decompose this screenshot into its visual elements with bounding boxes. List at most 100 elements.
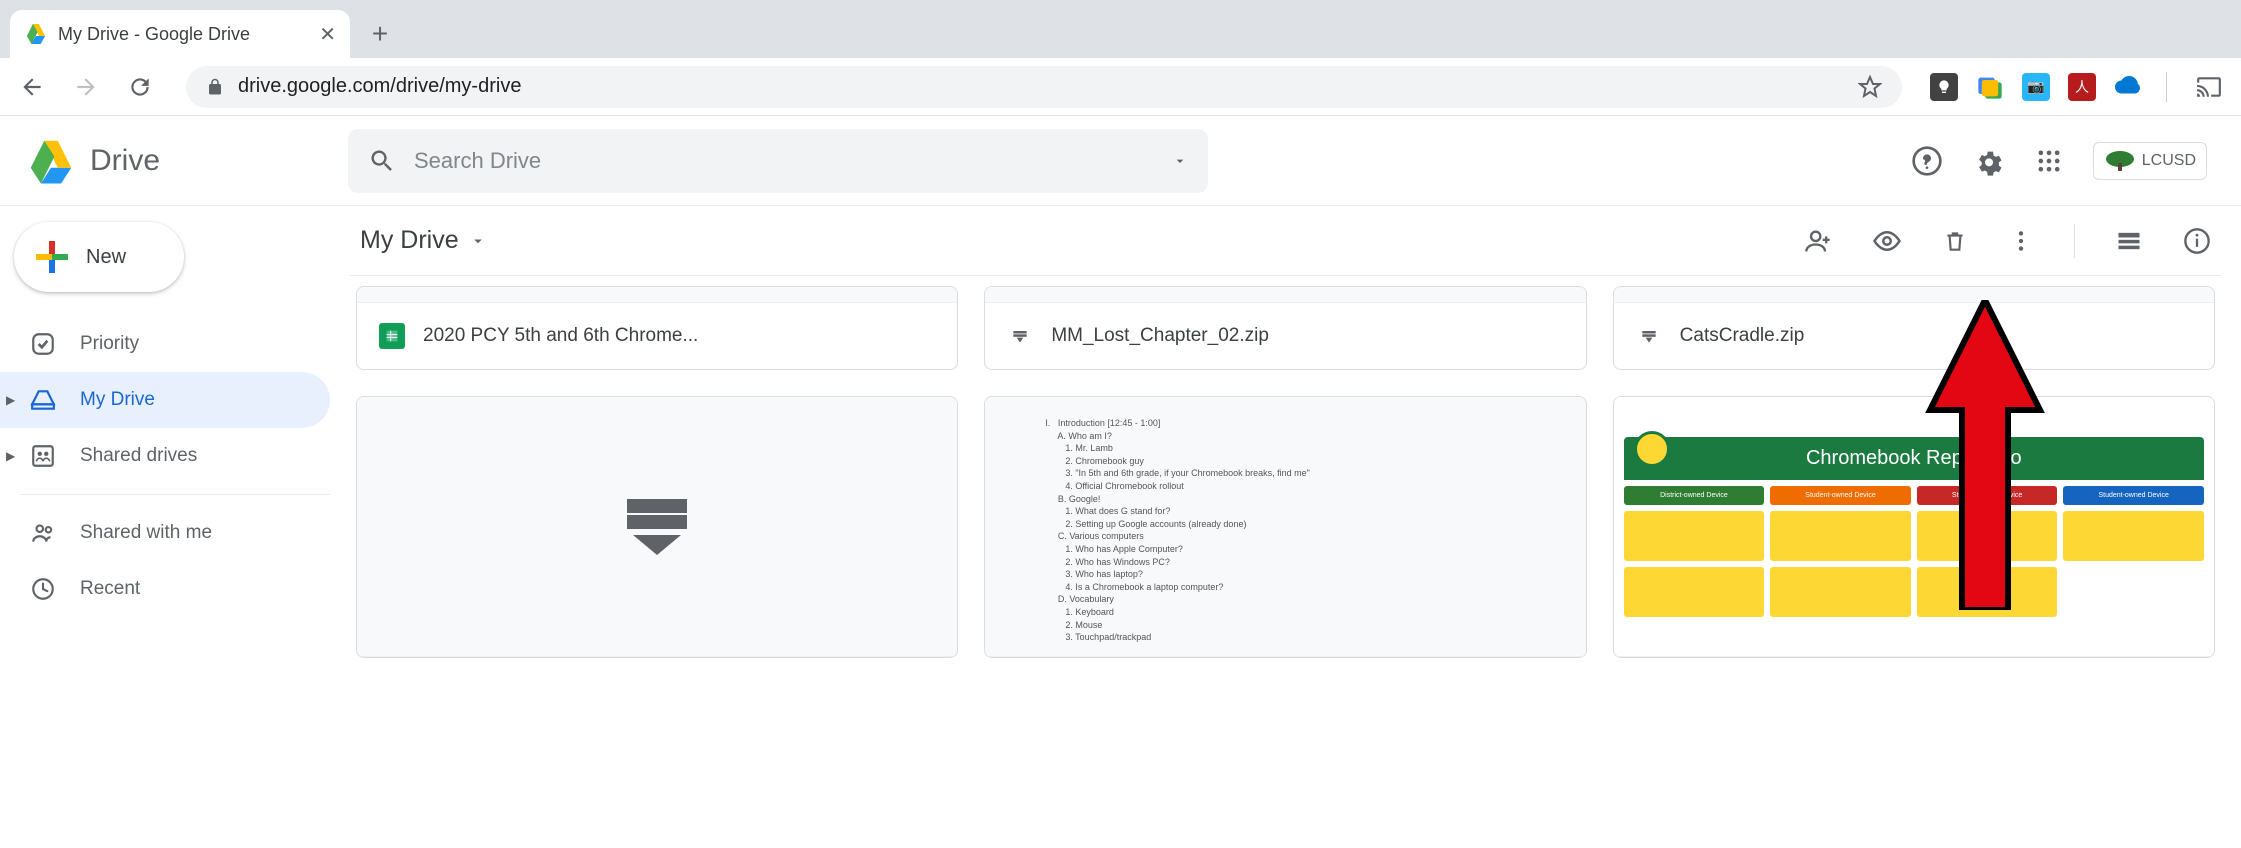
repair-header: Student-owned Device <box>1917 486 2058 505</box>
new-tab-button[interactable]: + <box>360 14 400 54</box>
sidebar-item-recent[interactable]: Recent <box>0 561 330 617</box>
sidebar: New Priority ▶ My Drive ▶ Shared drives … <box>0 206 330 848</box>
file-card-repair[interactable]: Chromebook Repair Pro District-owned Dev… <box>1613 396 2215 658</box>
zip-icon <box>1636 323 1662 349</box>
file-card-sheets[interactable]: 2020 PCY 5th and 6th Chrome... <box>356 286 958 370</box>
cast-button[interactable] <box>2191 69 2227 105</box>
browser-toolbar: drive.google.com/drive/my-drive 📷 人 <box>0 58 2241 116</box>
sidebar-item-label: Recent <box>80 578 140 600</box>
file-name: 2020 PCY 5th and 6th Chrome... <box>423 325 698 347</box>
back-button[interactable] <box>14 69 50 105</box>
repair-body <box>1624 511 1765 561</box>
header-right: LCUSD <box>1911 142 2217 180</box>
breadcrumb-caret-icon <box>469 232 487 250</box>
sidebar-item-my-drive[interactable]: ▶ My Drive <box>0 372 330 428</box>
settings-gear-icon[interactable] <box>1973 145 2005 177</box>
file-thumbnail <box>357 287 957 303</box>
repair-body <box>1770 567 1911 617</box>
sidebar-item-label: Shared drives <box>80 445 197 467</box>
seal-icon <box>1634 431 1670 467</box>
breadcrumb[interactable]: My Drive <box>360 226 487 255</box>
breadcrumb-label: My Drive <box>360 226 459 255</box>
sidebar-item-label: Shared with me <box>80 522 212 544</box>
search-icon <box>368 147 396 175</box>
archive-pictogram-icon <box>627 499 687 555</box>
view-list-icon[interactable] <box>2115 227 2143 255</box>
trash-icon[interactable] <box>1942 228 1968 254</box>
bookmark-star-icon[interactable] <box>1858 75 1882 99</box>
tree-icon <box>2104 149 2136 173</box>
forward-button[interactable] <box>68 69 104 105</box>
preview-eye-icon[interactable] <box>1872 226 1902 256</box>
search-dropdown-icon[interactable] <box>1172 153 1188 169</box>
sheets-icon <box>379 323 405 349</box>
file-grid: 2020 PCY 5th and 6th Chrome... MM_Lost_C… <box>350 276 2221 668</box>
account-label: LCUSD <box>2142 152 2196 170</box>
sidebar-item-label: Priority <box>80 333 139 355</box>
shared-with-me-icon <box>30 520 56 546</box>
extension-icon-1[interactable] <box>1930 73 1958 101</box>
address-bar[interactable]: drive.google.com/drive/my-drive <box>186 66 1902 108</box>
expand-caret-icon[interactable]: ▶ <box>6 449 15 463</box>
content-toolbar <box>1804 224 2211 258</box>
file-thumbnail <box>1614 287 2214 303</box>
reload-button[interactable] <box>122 69 158 105</box>
url-text: drive.google.com/drive/my-drive <box>238 75 1844 98</box>
arrow-right-icon <box>73 74 99 100</box>
repair-title: Chromebook Repair Pro <box>1806 447 2022 469</box>
repair-body-empty <box>2063 567 2204 617</box>
extension-icon-4[interactable]: 人 <box>2068 73 2096 101</box>
repair-header: District-owned Device <box>1624 486 1765 505</box>
browser-tab-strip: My Drive - Google Drive ✕ + <box>0 0 2241 58</box>
repair-body <box>1624 567 1765 617</box>
repair-banner: Chromebook Repair Pro <box>1624 437 2204 480</box>
file-thumbnail <box>357 397 957 657</box>
sidebar-item-priority[interactable]: Priority <box>0 316 330 372</box>
extension-icon-3[interactable]: 📷 <box>2022 73 2050 101</box>
content-header: My Drive <box>350 206 2221 276</box>
content-area: My Drive 2020 PCY 5th and 6th Chrome... <box>330 206 2241 848</box>
search-bar[interactable]: Search Drive <box>348 129 1208 193</box>
extension-icon-5[interactable] <box>2114 73 2142 101</box>
file-thumbnail <box>985 287 1585 303</box>
expand-caret-icon[interactable]: ▶ <box>6 393 15 407</box>
reload-icon <box>127 74 153 100</box>
priority-icon <box>30 331 56 357</box>
drive-logo-icon <box>24 134 78 188</box>
help-icon[interactable] <box>1911 145 1943 177</box>
file-card-zip[interactable]: MM_Lost_Chapter_02.zip <box>984 286 1586 370</box>
main-area: New Priority ▶ My Drive ▶ Shared drives … <box>0 206 2241 848</box>
sidebar-divider <box>20 494 330 495</box>
new-button-label: New <box>86 246 126 269</box>
file-card-zip[interactable]: CatsCradle.zip <box>1613 286 2215 370</box>
file-card-doc[interactable]: I. Introduction [12:45 - 1:00] A. Who am… <box>984 396 1586 658</box>
shared-drives-icon <box>30 443 56 469</box>
file-thumbnail: Chromebook Repair Pro District-owned Dev… <box>1614 397 2214 657</box>
details-info-icon[interactable] <box>2183 227 2211 255</box>
file-name: MM_Lost_Chapter_02.zip <box>1051 325 1269 347</box>
plus-icon <box>36 241 68 273</box>
zip-icon <box>1007 323 1033 349</box>
drive-header: Drive Search Drive LCUSD <box>0 116 2241 206</box>
arrow-left-icon <box>19 74 45 100</box>
drive-logo-area[interactable]: Drive <box>24 134 334 188</box>
apps-grid-icon[interactable] <box>2035 147 2063 175</box>
tab-close-icon[interactable]: ✕ <box>319 22 336 47</box>
file-thumbnail: I. Introduction [12:45 - 1:00] A. Who am… <box>985 397 1585 657</box>
repair-header: Student-owned Device <box>2063 486 2204 505</box>
account-badge[interactable]: LCUSD <box>2093 142 2207 180</box>
sidebar-item-shared-with-me[interactable]: Shared with me <box>0 505 330 561</box>
extension-icon-2[interactable] <box>1976 73 2004 101</box>
sidebar-item-shared-drives[interactable]: ▶ Shared drives <box>0 428 330 484</box>
share-person-add-icon[interactable] <box>1804 227 1832 255</box>
repair-body <box>1917 567 2058 617</box>
new-button[interactable]: New <box>14 222 184 292</box>
my-drive-icon <box>30 387 56 413</box>
doc-preview-text: I. Introduction [12:45 - 1:00] A. Who am… <box>995 407 1575 646</box>
recent-icon <box>30 576 56 602</box>
more-menu-icon[interactable] <box>2008 228 2034 254</box>
file-card-archive[interactable] <box>356 396 958 658</box>
browser-tab[interactable]: My Drive - Google Drive ✕ <box>10 10 350 58</box>
lock-icon <box>206 78 224 96</box>
drive-brand-text: Drive <box>90 144 160 178</box>
